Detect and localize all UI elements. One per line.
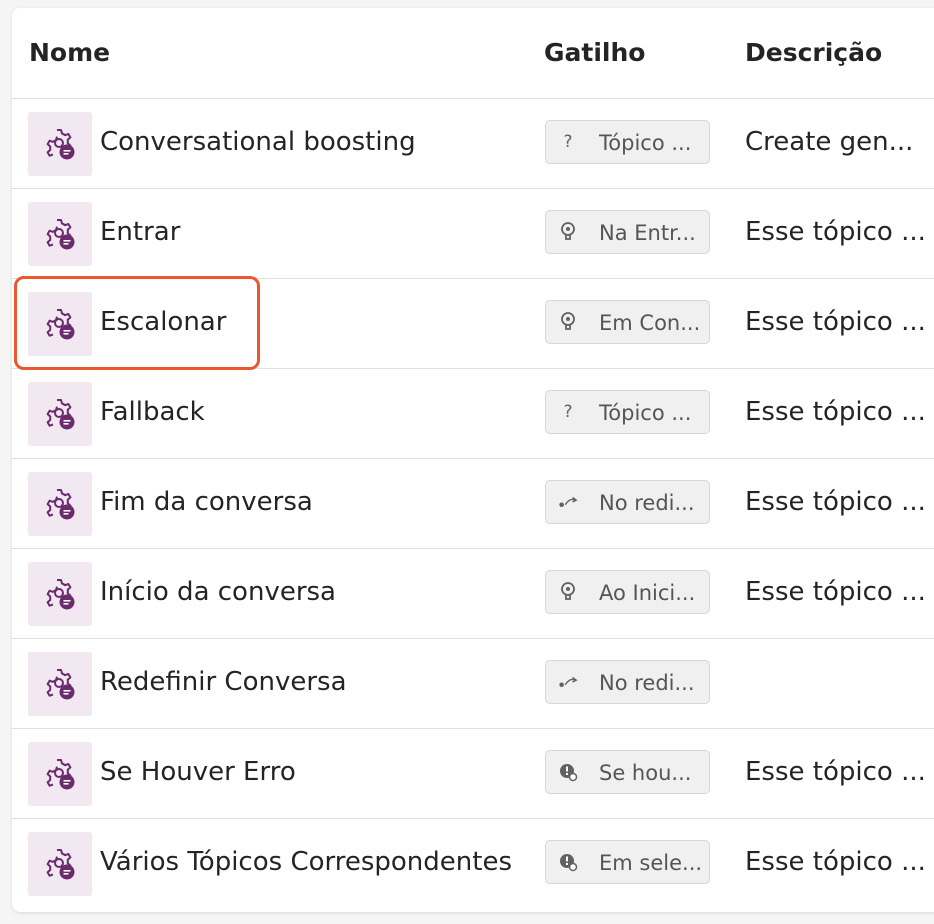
trigger-chip[interactable]: Na Entr... — [545, 210, 710, 254]
trigger-label: No redi... — [599, 671, 695, 695]
table-row[interactable]: Fim da conversa No redi... Esse tópico .… — [12, 459, 934, 549]
column-header-description[interactable]: Descrição — [745, 38, 882, 67]
topic-gear-chat-icon — [28, 832, 92, 896]
topic-gear-chat-icon — [28, 382, 92, 446]
topic-name[interactable]: Início da conversa — [100, 577, 336, 607]
column-header-name[interactable]: Nome — [29, 38, 110, 67]
topic-gear-chat-icon — [28, 202, 92, 266]
topic-name[interactable]: Se Houver Erro — [100, 757, 296, 787]
trigger-label: No redi... — [599, 491, 695, 515]
topic-description: Esse tópico ... — [745, 577, 926, 607]
topic-name[interactable]: Fim da conversa — [100, 487, 313, 517]
trigger-chip[interactable]: ? Tópico ... — [545, 390, 710, 434]
table-row[interactable]: Início da conversa Ao Inici... Esse tópi… — [12, 549, 934, 639]
trigger-chip[interactable]: Em Con... — [545, 300, 710, 344]
trigger-label: Tópico ... — [599, 401, 692, 425]
topic-gear-chat-icon — [28, 112, 92, 176]
trigger-label: Em sele... — [599, 851, 703, 875]
table-row[interactable]: Conversational boosting ? Tópico ... Cre… — [12, 99, 934, 189]
topic-description: Esse tópico ... — [745, 397, 926, 427]
topic-description: Esse tópico ... — [745, 217, 926, 247]
trigger-chip[interactable]: No redi... — [545, 480, 710, 524]
trigger-chip[interactable]: Ao Inici... — [545, 570, 710, 614]
table-row[interactable]: Entrar Na Entr... Esse tópico ... — [12, 189, 934, 279]
error-gear-icon — [558, 851, 578, 873]
highlight-box — [14, 276, 260, 370]
topic-name[interactable]: Entrar — [100, 217, 180, 247]
topic-gear-chat-icon — [28, 472, 92, 536]
topic-gear-chat-icon — [28, 652, 92, 716]
trigger-label: Ao Inici... — [599, 581, 696, 605]
topic-gear-chat-icon — [28, 562, 92, 626]
lightbulb-icon — [558, 221, 578, 243]
trigger-chip[interactable]: ? Tópico ... — [545, 120, 710, 164]
table-row[interactable]: Se Houver Erro Se hou... Esse tópico ... — [12, 729, 934, 819]
topic-name[interactable]: Conversational boosting — [100, 127, 416, 157]
trigger-chip[interactable]: No redi... — [545, 660, 710, 704]
lightbulb-icon — [558, 311, 578, 333]
redirect-icon — [558, 671, 578, 693]
table-row[interactable]: Fallback ? Tópico ... Esse tópico ... — [12, 369, 934, 459]
topic-name[interactable]: Redefinir Conversa — [100, 667, 347, 697]
trigger-label: Na Entr... — [599, 221, 696, 245]
topic-description: Esse tópico ... — [745, 757, 926, 787]
trigger-chip[interactable]: Em sele... — [545, 840, 710, 884]
topic-name[interactable]: Fallback — [100, 397, 205, 427]
topic-description: Esse tópico ... — [745, 487, 926, 517]
topic-name[interactable]: Vários Tópicos Correspondentes — [100, 847, 512, 877]
table-body: Conversational boosting ? Tópico ... Cre… — [12, 99, 934, 908]
table-header: Nome Gatilho Descrição — [12, 8, 934, 99]
trigger-label: Em Con... — [599, 311, 701, 335]
topic-description: Esse tópico ... — [745, 847, 926, 877]
redirect-icon — [558, 491, 578, 513]
table-row[interactable]: Vários Tópicos Correspondentes Em sele..… — [12, 819, 934, 908]
trigger-label: Se hou... — [599, 761, 692, 785]
table-row[interactable]: Redefinir Conversa No redi... — [12, 639, 934, 729]
trigger-chip[interactable]: Se hou... — [545, 750, 710, 794]
error-gear-icon — [558, 761, 578, 783]
lightbulb-icon — [558, 581, 578, 603]
topics-table: Nome Gatilho Descrição Conversational bo… — [12, 8, 934, 912]
column-header-trigger[interactable]: Gatilho — [544, 38, 645, 67]
topic-gear-chat-icon — [28, 742, 92, 806]
topic-description: Create gen... — [745, 127, 914, 157]
topic-description: Esse tópico ... — [745, 307, 926, 337]
question-icon: ? — [563, 132, 573, 152]
question-icon: ? — [563, 402, 573, 422]
trigger-label: Tópico ... — [599, 131, 692, 155]
